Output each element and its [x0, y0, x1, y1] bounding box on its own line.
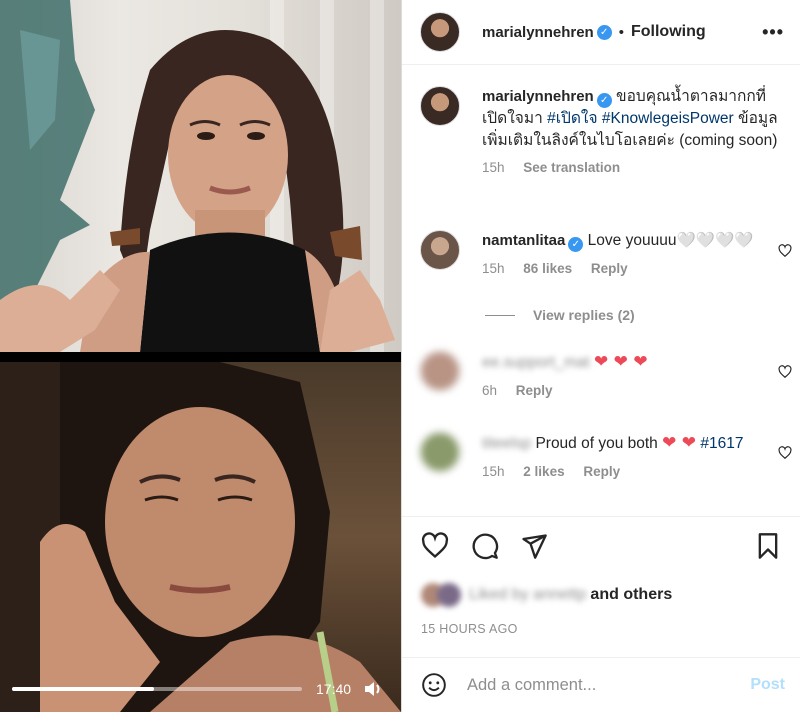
- comment-item: namtanlitaa ✓ Love youuuu🤍🤍🤍🤍 15h 86 like…: [420, 230, 792, 280]
- reply-button[interactable]: Reply: [591, 261, 628, 276]
- liker-avatars[interactable]: [421, 583, 463, 607]
- video-divider: [0, 352, 401, 362]
- add-comment-bar: Add a comment... Post: [402, 657, 800, 712]
- comment-text: Love youuuu🤍🤍🤍🤍: [587, 232, 754, 249]
- comment-time: 6h: [482, 383, 498, 398]
- like-comment-heart-icon[interactable]: [778, 365, 792, 379]
- commenter-avatar[interactable]: [420, 230, 460, 270]
- verified-badge-icon: ✓: [596, 24, 612, 40]
- verified-badge-icon: ✓: [568, 237, 584, 252]
- bookmark-icon[interactable]: [754, 532, 782, 560]
- heart-emoji: ❤ ❤: [662, 433, 697, 453]
- hashtag-link[interactable]: #เปิดใจ: [547, 110, 597, 127]
- view-replies-label: View replies (2): [533, 307, 635, 323]
- comment-time: 15h: [482, 261, 505, 276]
- comment-likes[interactable]: 2 likes: [523, 464, 564, 479]
- post-header: marialynnehren ✓ • Following •••: [402, 0, 800, 65]
- video-progress-bar[interactable]: [12, 687, 302, 691]
- commenter-username[interactable]: ee.support_mat: [482, 352, 590, 374]
- heart-emoji: ❤ ❤ ❤: [594, 352, 648, 372]
- share-icon[interactable]: [520, 532, 548, 560]
- caption-time: 15h: [482, 160, 505, 175]
- comment-item: ee.support_mat ❤ ❤ ❤ 6h Reply: [420, 351, 792, 402]
- others-link[interactable]: and others: [590, 586, 672, 604]
- following-button[interactable]: Following: [631, 23, 706, 41]
- commenter-avatar[interactable]: [420, 432, 460, 472]
- volume-icon[interactable]: [363, 680, 383, 698]
- post-button[interactable]: Post: [750, 676, 785, 694]
- comment-item: titeelsp Proud of you both ❤ ❤ #1617 15h…: [420, 432, 792, 483]
- commenter-username[interactable]: namtanlitaa: [482, 232, 565, 249]
- liked-by-text[interactable]: Liked by annettp: [469, 586, 586, 604]
- video-time: 17:40: [316, 681, 352, 697]
- like-comment-heart-icon[interactable]: [778, 446, 792, 460]
- comment-likes[interactable]: 86 likes: [523, 261, 572, 276]
- hashtag-link[interactable]: #1617: [700, 435, 743, 452]
- caption-username[interactable]: marialynnehren: [482, 88, 594, 105]
- comment-input[interactable]: Add a comment...: [467, 676, 750, 695]
- emoji-icon[interactable]: [421, 672, 447, 698]
- post-timestamp: 15 HOURS AGO: [421, 622, 518, 636]
- post-caption: marialynnehren ✓ ขอบคุณน้ำตาลมากกที่เปิดใ…: [420, 86, 784, 179]
- author-username[interactable]: marialynnehren: [482, 24, 594, 41]
- live-video-top: [0, 0, 401, 352]
- likes-summary: Liked by annettp and others: [421, 583, 672, 607]
- comment-text: Proud of you both: [535, 435, 658, 452]
- post-actions: Liked by annettp and others 15 HOURS AGO: [402, 516, 800, 656]
- caption-avatar[interactable]: [420, 86, 460, 126]
- live-video-bottom: 17:40: [0, 362, 401, 712]
- see-translation-button[interactable]: See translation: [523, 160, 620, 175]
- view-replies-button[interactable]: View replies (2): [485, 307, 635, 323]
- author-avatar[interactable]: [420, 12, 460, 52]
- separator-dot: •: [618, 23, 624, 41]
- comment-time: 15h: [482, 464, 505, 479]
- more-options-icon[interactable]: •••: [762, 22, 784, 43]
- heart-icon[interactable]: [421, 532, 449, 560]
- comment-icon[interactable]: [471, 532, 499, 560]
- video-controls: 17:40: [12, 676, 392, 702]
- reply-button[interactable]: Reply: [516, 383, 553, 398]
- commenter-avatar[interactable]: [420, 351, 460, 391]
- verified-badge-icon: ✓: [596, 93, 612, 108]
- comments-list[interactable]: marialynnehren ✓ ขอบคุณน้ำตาลมากกที่เปิดใ…: [402, 66, 800, 515]
- post-media[interactable]: 17:40: [0, 0, 401, 712]
- commenter-username[interactable]: titeelsp: [482, 433, 531, 455]
- post-sidebar: marialynnehren ✓ • Following ••• marialy…: [401, 0, 800, 712]
- like-comment-heart-icon[interactable]: [778, 244, 792, 258]
- reply-button[interactable]: Reply: [583, 464, 620, 479]
- hashtag-link[interactable]: #KnowlegeisPower: [602, 110, 734, 127]
